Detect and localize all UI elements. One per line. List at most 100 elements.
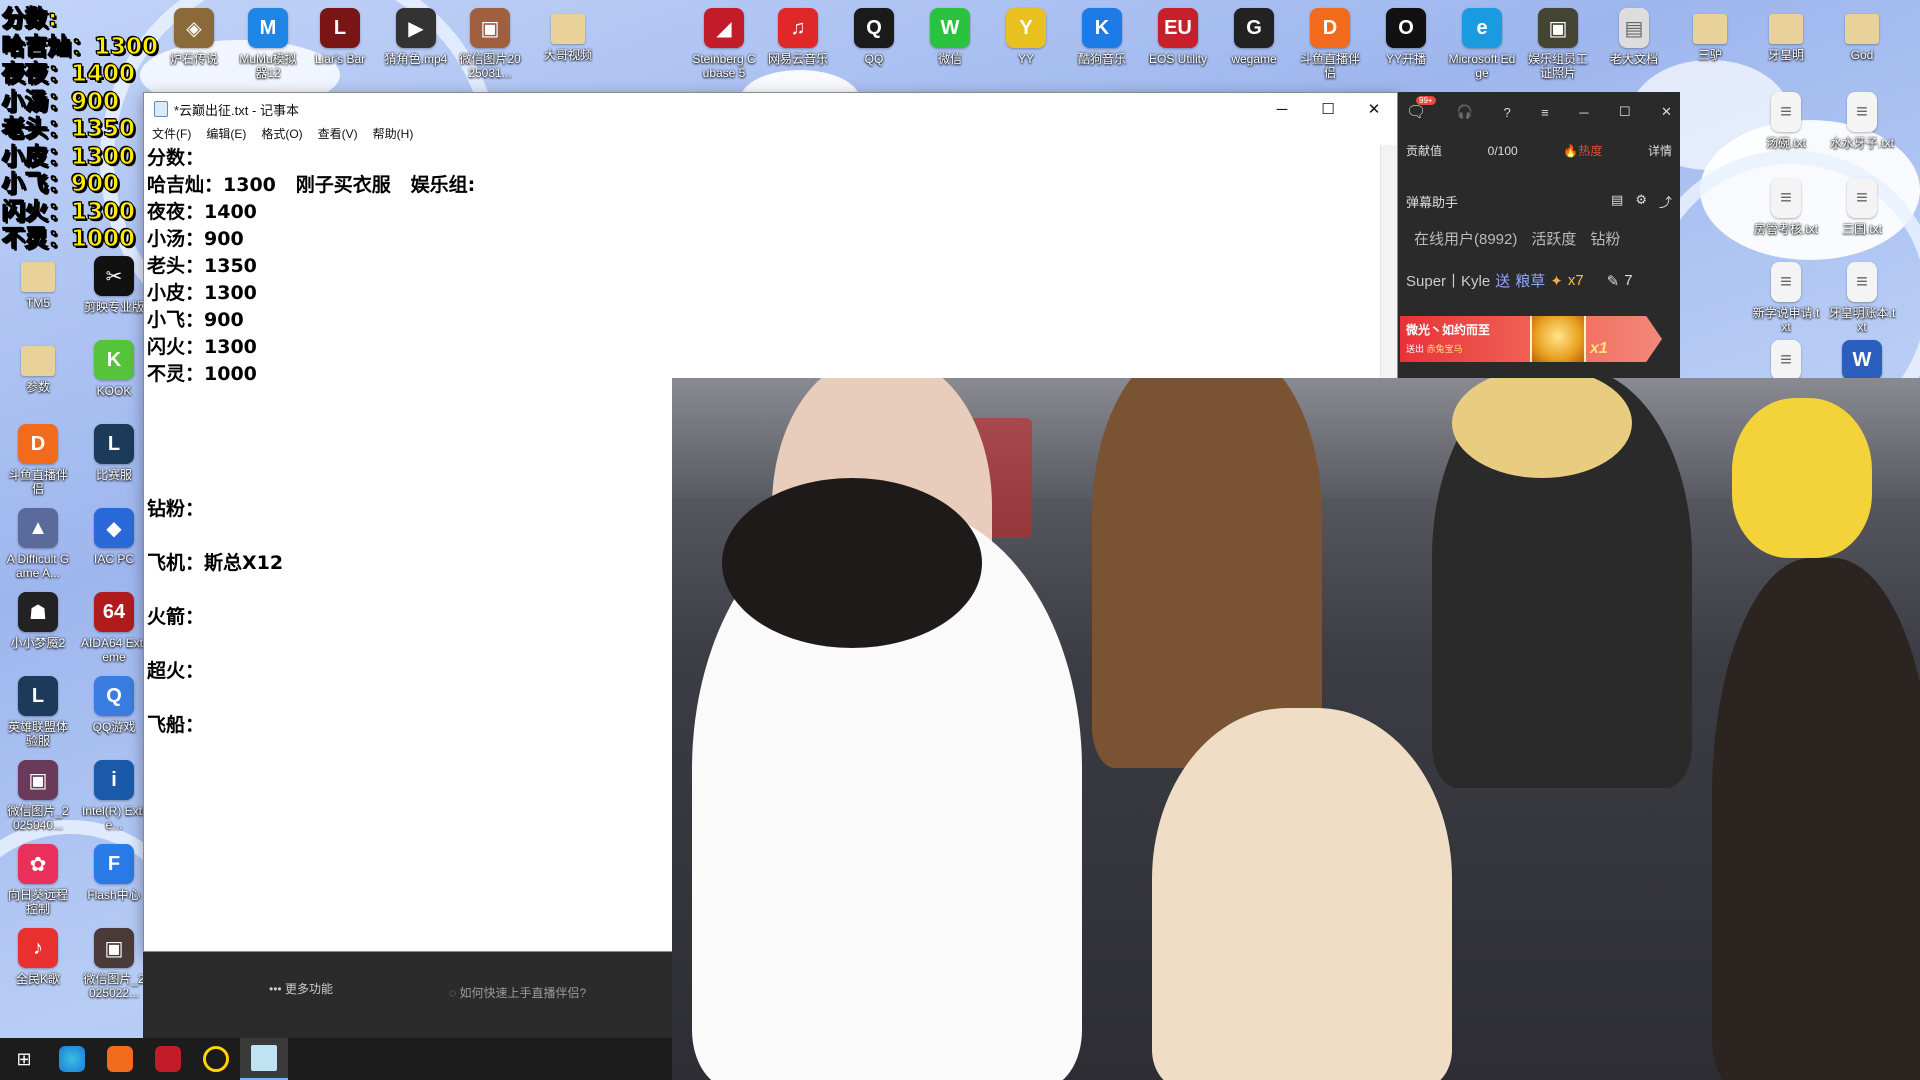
live-helper-bottom: ••• 更多功能 ◌ 如何快速上手直播伴侣?: [143, 952, 672, 1038]
detail-link[interactable]: 详情: [1648, 142, 1672, 159]
menu-help[interactable]: 帮助(H): [373, 125, 414, 145]
menu-format[interactable]: 格式(O): [261, 125, 302, 145]
taskbar-cubase[interactable]: [144, 1038, 192, 1080]
desktop-icon-wxpic2[interactable]: ▣ 微信图片_2025040...: [4, 760, 72, 832]
desktop-icon-netease[interactable]: ♫ 网易云音乐: [764, 8, 832, 66]
taskbar-edge[interactable]: [48, 1038, 96, 1080]
desktop-icon-iacpc[interactable]: ◆ IAC PC: [80, 508, 148, 566]
diamond-fans-tab[interactable]: 钻粉: [1590, 228, 1620, 249]
panel-close-icon[interactable]: ✕: [1661, 104, 1672, 120]
menu-edit[interactable]: 编辑(E): [206, 125, 246, 145]
desktop-icon-wxpic1[interactable]: ▣ 微信图片2025031...: [456, 8, 524, 80]
flame-icon: 🔥: [1563, 144, 1579, 158]
taskbar-notepad[interactable]: [240, 1038, 288, 1080]
desktop-icon-douyu[interactable]: D 斗鱼直播伴侣: [1296, 8, 1364, 80]
desktop-icon-yule[interactable]: ▣ 娱乐组员工证照片: [1524, 8, 1592, 80]
webcam-feed: [672, 378, 1920, 1080]
desktop-icon-tm5[interactable]: TM5: [4, 256, 72, 310]
activity-tab[interactable]: 活跃度: [1531, 228, 1576, 249]
taskbar-douyu[interactable]: [96, 1038, 144, 1080]
notepad-titlebar[interactable]: *云巅出征.txt - 记事本: [144, 93, 1397, 125]
kook-icon: K: [94, 340, 134, 380]
desktop-icon-label: 老大文档: [1609, 52, 1658, 66]
start-button[interactable]: ⊞: [0, 1038, 48, 1080]
desktop-icon-label: 牙皇明: [1767, 48, 1804, 62]
menu-view[interactable]: 查看(V): [318, 125, 358, 145]
desktop-icon-label: Steinberg Cubase 5: [692, 52, 756, 80]
desktop-icon-god[interactable]: God: [1828, 8, 1896, 62]
minimize-icon[interactable]: ─: [1259, 93, 1305, 125]
edge-icon: e: [1462, 8, 1502, 48]
desktop-icon-yykaibo[interactable]: O YY开播: [1372, 8, 1440, 66]
quickstart-hint[interactable]: ◌ 如何快速上手直播伴侣?: [449, 984, 586, 1001]
desktop-icon-fangguan[interactable]: ≡ 房管考核.txt: [1752, 178, 1820, 236]
desktop-icon-wxpic3[interactable]: ▣ 微信图片_2025022...: [80, 928, 148, 1000]
desktop-icon-bisaifu[interactable]: L 比赛服: [80, 424, 148, 482]
desktop-icon-tangwan[interactable]: ≡ 汤碗.txt: [1752, 92, 1820, 150]
desktop-icon-label: KOOK: [96, 384, 132, 398]
desktop-icon-difficult[interactable]: ▲ A Difficult Game A...: [4, 508, 72, 580]
headset-icon[interactable]: 🎧: [1457, 104, 1473, 120]
cubase-icon: [155, 1046, 181, 1072]
desktop-icon-shuishui[interactable]: ≡ 水水牙子.txt: [1828, 92, 1896, 150]
desktop-icon-label: 向日葵远程控制: [7, 888, 68, 916]
desktop-icon-lol[interactable]: L 英雄联盟体验服: [4, 676, 72, 748]
desktop-icon-edge[interactable]: e Microsoft Edge: [1448, 8, 1516, 80]
desktop-icon-wechat[interactable]: W 微信: [916, 8, 984, 66]
desktop-icon-label: 微信图片2025031...: [459, 52, 521, 80]
desktop-icon-canshu[interactable]: 参数: [4, 340, 72, 394]
menu-icon[interactable]: ≡: [1541, 105, 1549, 120]
desktop-icon-intel[interactable]: i Intel(R) Extre...: [80, 760, 148, 832]
desktop-icon-label: 水水牙子.txt: [1829, 136, 1894, 150]
desktop-icon-mumu[interactable]: M MuMu模拟器12: [234, 8, 302, 80]
menu-file[interactable]: 文件(F): [152, 125, 191, 145]
desktop-icon-cubase[interactable]: ◢ Steinberg Cubase 5: [690, 8, 758, 80]
live-helper-panel[interactable]: 🗨 99+ 🎧 ? ≡ ─ ☐ ✕ 贡献值 0/100 🔥热度 详情 弹幕助手 ▤…: [1398, 92, 1680, 378]
panel-minimize-icon[interactable]: ─: [1579, 105, 1588, 120]
desktop-icon-yahuangbiao[interactable]: ≡ 牙皇明账本.txt: [1828, 262, 1896, 334]
gift-user: Super丨Kyle: [1406, 273, 1491, 290]
sanguo-icon: ≡: [1847, 178, 1877, 218]
desktop-icon-liarsbar[interactable]: L Liar's Bar: [306, 8, 374, 66]
desktop-icon-laodawendang[interactable]: ▤ 老大文档: [1600, 8, 1668, 66]
desktop-icon-mp4[interactable]: ▶ 猜角色.mp4: [382, 8, 450, 66]
desktop-icon-qq[interactable]: Q QQ: [840, 8, 908, 66]
desktop-icon-kugou[interactable]: K 酷狗音乐: [1068, 8, 1136, 66]
desktop-icon-xiangrikui[interactable]: ✿ 向日葵远程控制: [4, 844, 72, 916]
desktop-icon-quanmin[interactable]: ♪ 全民K歌: [4, 928, 72, 986]
score-line: 分数:: [1, 6, 58, 33]
desktop-icon-label: God: [1850, 48, 1874, 62]
maximize-icon[interactable]: ☐: [1305, 93, 1351, 125]
taskbar-yy[interactable]: [192, 1038, 240, 1080]
desktop-icon-douyu2[interactable]: D 斗鱼直播伴侣: [4, 424, 72, 496]
desktop-icon-yy[interactable]: Y YY: [992, 8, 1060, 66]
popout-icon[interactable]: ⤴: [1659, 192, 1672, 211]
settings-icon[interactable]: ⚙: [1635, 192, 1647, 211]
desktop-icon-jianying[interactable]: ✂ 剪映专业版: [80, 256, 148, 314]
desktop-icon-yahuang[interactable]: 牙皇明: [1752, 8, 1820, 62]
tm5-icon: [21, 262, 55, 292]
notepad-text-area[interactable]: 分数： 哈吉灿：1300 刚子买衣服 娱乐组: 夜夜：1400 小汤：900 老…: [147, 145, 475, 739]
desktop-icon-aida64[interactable]: 64 AIDA64 Extreme: [80, 592, 148, 664]
desktop-icon-kook[interactable]: K KOOK: [80, 340, 148, 398]
help-icon[interactable]: ?: [1503, 105, 1510, 120]
desktop-icon-sanguo[interactable]: ≡ 三国.txt: [1828, 178, 1896, 236]
desktop-icon-xiaoxiao[interactable]: ☗ 小小梦魇2: [4, 592, 72, 650]
desktop-icon-lushi[interactable]: ◈ 炉石传说: [160, 8, 228, 66]
desktop-icon-xinxue[interactable]: ≡ 新学说申请.txt: [1752, 262, 1820, 334]
desktop-icon-folder1[interactable]: 大哥视频: [534, 8, 602, 62]
close-icon[interactable]: ✕: [1351, 93, 1397, 125]
doc-icon[interactable]: ▤: [1611, 192, 1623, 211]
online-users[interactable]: 在线用户(8992): [1414, 228, 1517, 249]
desktop-icon-eos[interactable]: EU EOS Utility: [1144, 8, 1212, 66]
desktop-icon-flash[interactable]: F Flash中心: [80, 844, 148, 902]
desktop-icon-wegame[interactable]: Gwegame: [1220, 8, 1288, 66]
desktop-icon-sanlv[interactable]: 三驴: [1676, 8, 1744, 62]
panel-maximize-icon[interactable]: ☐: [1619, 104, 1631, 120]
desktop-icon-qqgame[interactable]: Q QQ游戏: [80, 676, 148, 734]
desktop-icon-label: 房管考核.txt: [1753, 222, 1818, 236]
desktop-icon-label: 英雄联盟体验服: [7, 720, 68, 748]
wxpic3-icon: ▣: [94, 928, 134, 968]
more-features[interactable]: ••• 更多功能: [269, 980, 333, 997]
chat-icon[interactable]: 🗨 99+: [1406, 96, 1436, 122]
